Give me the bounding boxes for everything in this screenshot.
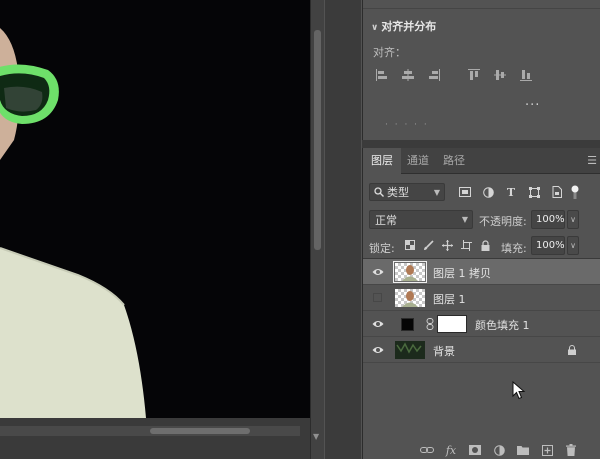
align-section-header[interactable]: ∨ 对齐并分布 xyxy=(371,18,436,34)
lock-icon xyxy=(568,345,576,355)
scroll-down-icon[interactable]: ▼ xyxy=(313,432,319,441)
opacity-label: 不透明度: xyxy=(479,215,527,228)
canvas-photo xyxy=(0,28,146,418)
lock-icons-row xyxy=(403,238,498,252)
new-layer-icon[interactable] xyxy=(539,443,555,457)
align-distribute-panel: ∨ 对齐并分布 对齐： ... · · · · · xyxy=(362,0,600,140)
chain-link-icon[interactable] xyxy=(426,318,434,330)
chevron-down-icon: ▼ xyxy=(433,187,440,197)
vertical-scroll-thumb[interactable] xyxy=(314,30,321,250)
lock-image-pixels-icon[interactable] xyxy=(422,238,435,252)
align-horizontal-centers-icon[interactable] xyxy=(401,68,415,82)
eye-icon[interactable] xyxy=(372,345,384,355)
search-icon xyxy=(374,187,384,197)
horizontal-scroll-thumb[interactable] xyxy=(150,428,250,434)
layers-tabbar: 图层 通道 路径 ☰ xyxy=(363,148,600,175)
align-buttons-row xyxy=(375,68,545,82)
layer-row[interactable]: 背景 xyxy=(363,337,600,363)
filter-icons-row: T xyxy=(457,184,572,200)
more-options-button[interactable]: ... xyxy=(525,94,540,109)
lock-all-icon[interactable] xyxy=(479,238,492,252)
layer-thumbnail[interactable] xyxy=(395,341,425,359)
filter-type-label: 类型 xyxy=(387,186,409,199)
layer-name[interactable]: 图层 1 xyxy=(433,291,466,307)
smart-object-filter-icon[interactable] xyxy=(549,184,565,200)
lock-position-icon[interactable] xyxy=(441,238,454,252)
collapsed-section-label[interactable]: · · · · · xyxy=(385,120,429,130)
fill-swatch[interactable] xyxy=(401,318,414,331)
panel-dock-gap xyxy=(325,0,361,459)
eye-icon[interactable] xyxy=(372,267,384,277)
eye-icon[interactable] xyxy=(372,319,384,329)
layers-list: 图层 1 拷贝 图层 1 颜色填充 1 背景 xyxy=(363,258,600,363)
layer-row[interactable]: 图层 1 拷贝 xyxy=(363,259,600,285)
layer-row[interactable]: 颜色填充 1 xyxy=(363,311,600,337)
fill-dropdown-icon[interactable]: ∨ xyxy=(567,236,579,255)
collapse-chevron-icon[interactable]: ∨ xyxy=(371,23,378,33)
layers-panel: 图层 通道 路径 ☰ 类型 ▼ T 正常 ▼ 不透明度: 100% ∨ 锁定: xyxy=(362,148,600,459)
layer-name[interactable]: 颜色填充 1 xyxy=(475,317,530,333)
tab-layers[interactable]: 图层 xyxy=(363,148,401,175)
fill-label: 填充: xyxy=(501,242,527,255)
adjustment-filter-icon[interactable] xyxy=(480,184,496,200)
tab-paths[interactable]: 路径 xyxy=(435,148,473,174)
opacity-dropdown-icon[interactable]: ∨ xyxy=(567,210,579,229)
vertical-scrollbar[interactable]: ▼ xyxy=(310,0,324,459)
layer-thumbnail[interactable] xyxy=(393,261,427,283)
layer-name[interactable]: 图层 1 拷贝 xyxy=(433,265,491,281)
fill-input[interactable]: 100% xyxy=(531,236,565,255)
align-top-edges-icon[interactable] xyxy=(467,68,481,82)
align-vertical-centers-icon[interactable] xyxy=(493,68,507,82)
tab-channels[interactable]: 通道 xyxy=(399,148,437,174)
mask-icon[interactable] xyxy=(467,443,483,457)
visibility-off-box[interactable] xyxy=(373,293,382,302)
fx-icon[interactable]: fx xyxy=(443,443,459,457)
panel-menu-icon[interactable]: ☰ xyxy=(587,154,597,167)
panel-separator[interactable] xyxy=(362,140,600,148)
adjustment-icon[interactable] xyxy=(491,443,507,457)
folder-icon[interactable] xyxy=(515,443,531,457)
blend-mode-select[interactable]: 正常 ▼ xyxy=(369,210,473,229)
lock-transparent-pixels-icon[interactable] xyxy=(403,238,416,252)
layer-thumbnail[interactable] xyxy=(395,289,425,307)
document-canvas[interactable] xyxy=(0,0,310,418)
type-filter-icon[interactable]: T xyxy=(503,184,519,200)
sunglasses-shape xyxy=(0,64,59,124)
layer-name[interactable]: 背景 xyxy=(433,343,455,359)
link-icon[interactable] xyxy=(419,443,435,457)
opacity-input[interactable]: 100% xyxy=(531,210,565,229)
align-label: 对齐： xyxy=(373,46,406,59)
pixel-filter-icon[interactable] xyxy=(457,184,473,200)
canvas-frame-bottom xyxy=(0,418,310,459)
layer-filter-select[interactable]: 类型 ▼ xyxy=(369,183,445,201)
shape-filter-icon[interactable] xyxy=(526,184,542,200)
chevron-down-icon: ▼ xyxy=(461,215,468,224)
layers-footer: fx xyxy=(419,443,587,457)
trash-icon[interactable] xyxy=(563,443,579,457)
lock-label: 锁定: xyxy=(369,242,395,255)
align-left-edges-icon[interactable] xyxy=(375,68,389,82)
mouse-cursor-icon xyxy=(512,381,526,400)
panel-divider xyxy=(363,8,600,9)
lock-artboard-icon[interactable] xyxy=(460,238,473,252)
align-right-edges-icon[interactable] xyxy=(427,68,441,82)
layer-row[interactable]: 图层 1 xyxy=(363,285,600,311)
filter-toggle-icon[interactable] xyxy=(571,185,579,199)
align-bottom-edges-icon[interactable] xyxy=(519,68,533,82)
align-section-title: 对齐并分布 xyxy=(381,20,437,33)
mask-thumbnail[interactable] xyxy=(437,315,467,333)
blend-mode-value: 正常 xyxy=(375,213,397,227)
